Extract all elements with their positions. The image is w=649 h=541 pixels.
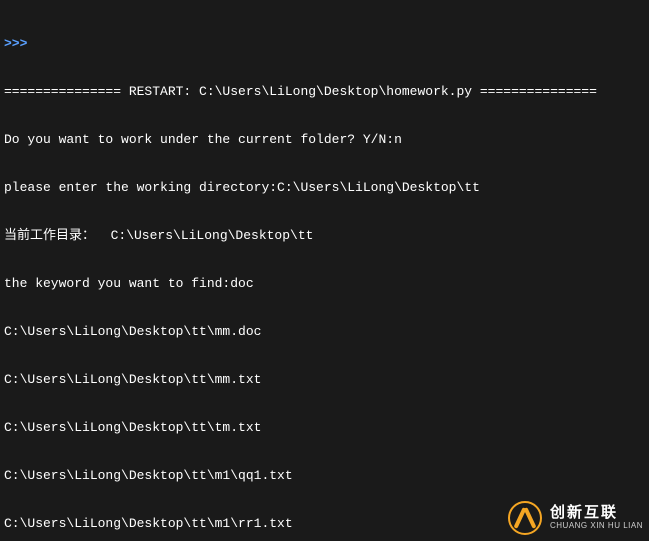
- watermark: 创新互联 CHUANG XIN HU LIAN: [508, 501, 643, 535]
- output-line: C:\Users\LiLong\Desktop\tt\mm.doc: [4, 324, 645, 340]
- output-line: C:\Users\LiLong\Desktop\tt\mm.txt: [4, 372, 645, 388]
- watermark-cn: 创新互联: [550, 505, 643, 522]
- output-line: the keyword you want to find:doc: [4, 276, 645, 292]
- output-line: C:\Users\LiLong\Desktop\tt\tm.txt: [4, 420, 645, 436]
- output-line: C:\Users\LiLong\Desktop\tt\m1\qq1.txt: [4, 468, 645, 484]
- watermark-en: CHUANG XIN HU LIAN: [550, 522, 643, 531]
- python-prompt: >>>: [4, 36, 35, 51]
- output-line: =============== RESTART: C:\Users\LiLong…: [4, 84, 645, 100]
- terminal-output: >>> =============== RESTART: C:\Users\Li…: [0, 0, 649, 541]
- watermark-logo-icon: [508, 501, 542, 535]
- output-line: please enter the working directory:C:\Us…: [4, 180, 645, 196]
- output-line: Do you want to work under the current fo…: [4, 132, 645, 148]
- watermark-text: 创新互联 CHUANG XIN HU LIAN: [550, 505, 643, 530]
- output-line: 当前工作目录： C:\Users\LiLong\Desktop\tt: [4, 228, 645, 244]
